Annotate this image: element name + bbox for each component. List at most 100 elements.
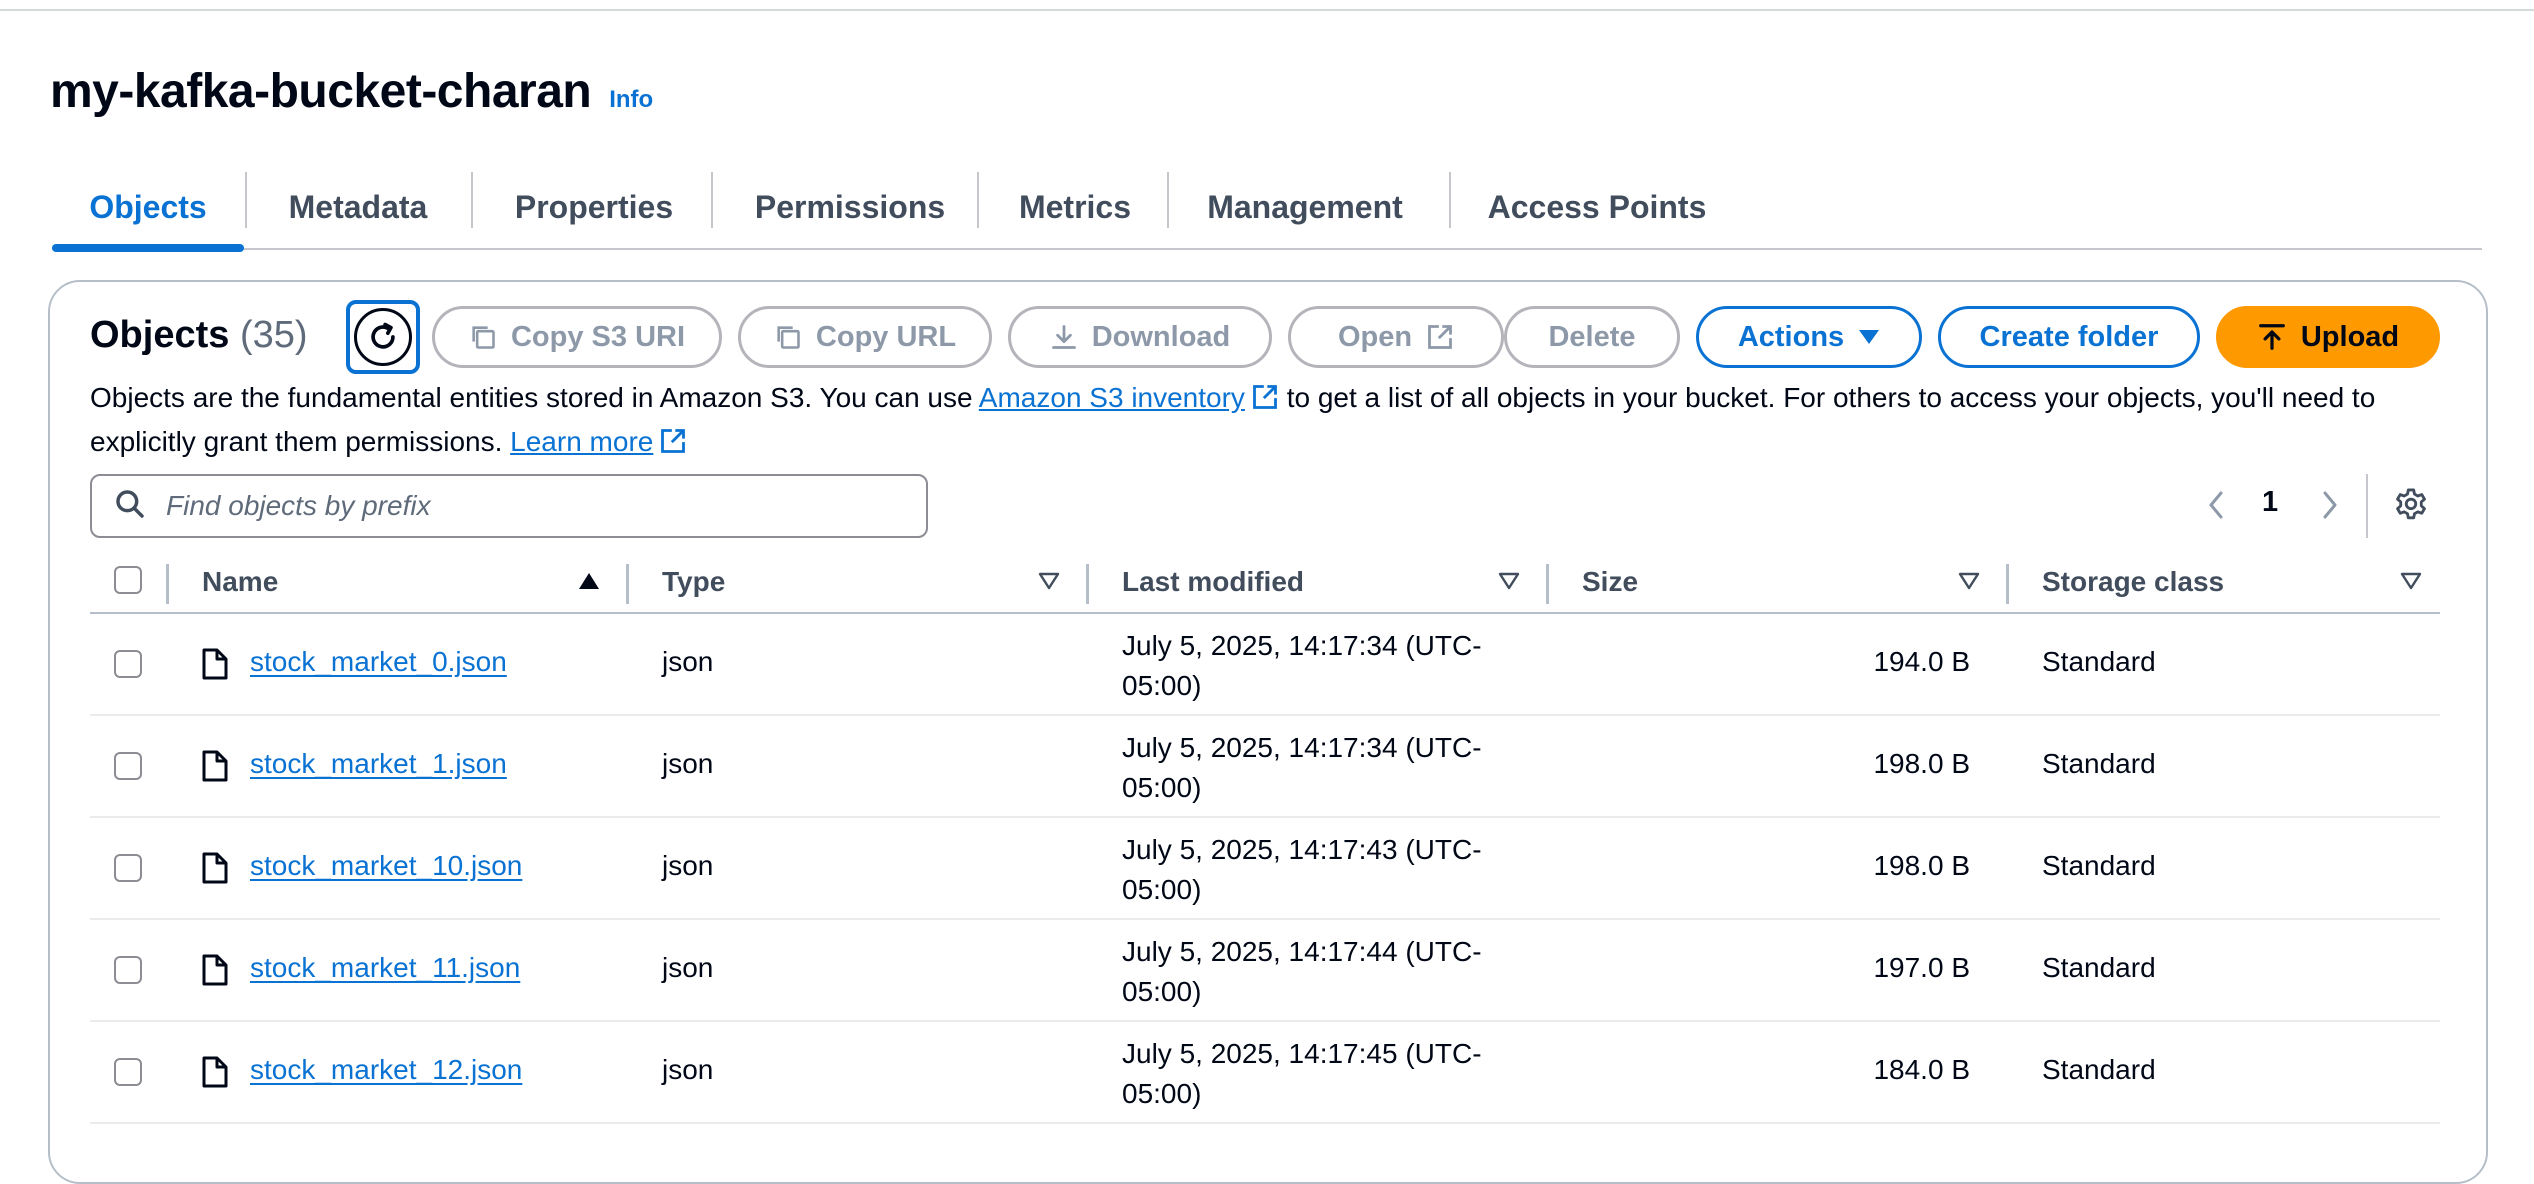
- tab-metrics[interactable]: Metrics: [980, 168, 1170, 246]
- tab-metadata[interactable]: Metadata: [248, 168, 468, 246]
- caret-down-icon: [1858, 329, 1880, 345]
- column-header-type[interactable]: Type: [662, 566, 725, 598]
- gear-icon: [2392, 486, 2430, 529]
- column-divider: [166, 564, 169, 604]
- row-checkbox[interactable]: [114, 956, 142, 984]
- object-storage-class: Standard: [2042, 1054, 2156, 1085]
- select-all-checkbox[interactable]: [114, 566, 142, 594]
- top-divider: [0, 9, 2534, 11]
- table-row[interactable]: stock_market_12.json json July 5, 2025, …: [90, 1022, 2440, 1124]
- actions-dropdown-button[interactable]: Actions: [1696, 306, 1922, 368]
- chevron-right-icon: [2318, 489, 2342, 526]
- tab-management[interactable]: Management: [1170, 168, 1440, 246]
- sort-desc-icon[interactable]: [1958, 572, 1980, 595]
- next-page-button[interactable]: [2318, 482, 2342, 532]
- page-title: my-kafka-bucket-charan: [50, 65, 592, 118]
- object-name-link[interactable]: stock_market_11.json: [250, 952, 520, 984]
- table-row[interactable]: stock_market_0.json json July 5, 2025, 1…: [90, 614, 2440, 716]
- tab-access-points[interactable]: Access Points: [1452, 168, 1742, 246]
- row-checkbox[interactable]: [114, 752, 142, 780]
- column-header-storage-class[interactable]: Storage class: [2042, 566, 2224, 598]
- delete-button[interactable]: Delete: [1504, 306, 1680, 368]
- column-header-name[interactable]: Name: [202, 566, 278, 598]
- external-link-icon: [1426, 323, 1454, 351]
- download-icon: [1050, 323, 1078, 351]
- object-type: json: [662, 850, 714, 881]
- object-type: json: [662, 748, 714, 779]
- search-box[interactable]: [90, 474, 928, 538]
- table-row[interactable]: stock_market_1.json json July 5, 2025, 1…: [90, 716, 2440, 818]
- copy-icon: [774, 323, 802, 351]
- description-text-1: Objects are the fundamental entities sto…: [90, 382, 979, 413]
- prev-page-button[interactable]: [2204, 482, 2228, 532]
- page-header: my-kafka-bucket-charan Info: [50, 64, 653, 119]
- s3-inventory-link[interactable]: Amazon S3 inventory: [979, 382, 1245, 413]
- table-header: Name Type Last modified Size Storage cla…: [90, 558, 2440, 614]
- copy-s3-uri-button[interactable]: Copy S3 URI: [432, 306, 722, 368]
- copy-url-button[interactable]: Copy URL: [738, 306, 992, 368]
- column-divider[interactable]: [1086, 564, 1089, 604]
- open-button[interactable]: Open: [1288, 306, 1504, 368]
- object-name-link[interactable]: stock_market_1.json: [250, 748, 507, 780]
- object-type: json: [662, 952, 714, 983]
- tab-objects[interactable]: Objects: [52, 168, 244, 252]
- file-icon: [202, 648, 228, 685]
- object-size: 198.0 B: [1873, 748, 1970, 779]
- column-divider[interactable]: [1546, 564, 1549, 604]
- upload-icon: [2257, 322, 2287, 352]
- table-row[interactable]: stock_market_11.json json July 5, 2025, …: [90, 920, 2440, 1022]
- last-modified-line-2: 05:00): [1122, 976, 1202, 1007]
- last-modified-line-1: July 5, 2025, 14:17:34 (UTC-: [1122, 732, 1482, 763]
- column-divider[interactable]: [2006, 564, 2009, 604]
- info-link[interactable]: Info: [609, 86, 653, 114]
- tab-properties[interactable]: Properties: [474, 168, 714, 246]
- object-last-modified: July 5, 2025, 14:17:34 (UTC- 05:00): [1122, 728, 1522, 808]
- copy-s3-uri-label: Copy S3 URI: [510, 320, 686, 353]
- file-icon: [202, 750, 228, 787]
- sort-asc-icon[interactable]: [578, 572, 600, 595]
- row-checkbox[interactable]: [114, 854, 142, 882]
- object-size: 184.0 B: [1873, 1054, 1970, 1085]
- upload-button[interactable]: Upload: [2216, 306, 2440, 368]
- actions-label: Actions: [1737, 320, 1845, 353]
- refresh-button[interactable]: [346, 300, 420, 374]
- column-header-size[interactable]: Size: [1582, 566, 1638, 598]
- object-last-modified: July 5, 2025, 14:17:45 (UTC- 05:00): [1122, 1034, 1522, 1114]
- file-icon: [202, 852, 228, 889]
- current-page[interactable]: 1: [2262, 486, 2278, 519]
- object-storage-class: Standard: [2042, 850, 2156, 881]
- table-row[interactable]: stock_market_10.json json July 5, 2025, …: [90, 818, 2440, 920]
- pager-divider: [2366, 474, 2368, 538]
- row-checkbox[interactable]: [114, 1058, 142, 1086]
- tab-separator: [977, 172, 979, 228]
- tab-permissions[interactable]: Permissions: [714, 168, 986, 246]
- object-name-link[interactable]: stock_market_10.json: [250, 850, 522, 882]
- learn-more-link[interactable]: Learn more: [510, 426, 653, 457]
- external-link-icon: [1251, 382, 1279, 422]
- objects-heading: Objects (35): [90, 314, 308, 357]
- download-label: Download: [1091, 320, 1231, 353]
- column-header-last-modified[interactable]: Last modified: [1122, 566, 1304, 598]
- last-modified-line-1: July 5, 2025, 14:17:44 (UTC-: [1122, 936, 1482, 967]
- object-storage-class: Standard: [2042, 646, 2156, 677]
- external-link-icon: [659, 426, 687, 466]
- object-size: 194.0 B: [1873, 646, 1970, 677]
- create-folder-button[interactable]: Create folder: [1938, 306, 2200, 368]
- object-name-link[interactable]: stock_market_12.json: [250, 1054, 522, 1086]
- sort-desc-icon[interactable]: [1498, 572, 1520, 595]
- last-modified-line-1: July 5, 2025, 14:17:34 (UTC-: [1122, 630, 1482, 661]
- table-settings-button[interactable]: [2392, 482, 2430, 532]
- sort-desc-icon[interactable]: [1038, 572, 1060, 595]
- sort-desc-icon[interactable]: [2400, 572, 2422, 595]
- last-modified-line-2: 05:00): [1122, 874, 1202, 905]
- row-checkbox[interactable]: [114, 650, 142, 678]
- search-input[interactable]: [164, 489, 868, 523]
- object-name-link[interactable]: stock_market_0.json: [250, 646, 507, 678]
- object-last-modified: July 5, 2025, 14:17:44 (UTC- 05:00): [1122, 932, 1522, 1012]
- download-button[interactable]: Download: [1008, 306, 1272, 368]
- object-size: 198.0 B: [1873, 850, 1970, 881]
- object-type: json: [662, 646, 714, 677]
- column-divider[interactable]: [626, 564, 629, 604]
- chevron-left-icon: [2204, 489, 2228, 526]
- open-label: Open: [1337, 320, 1413, 353]
